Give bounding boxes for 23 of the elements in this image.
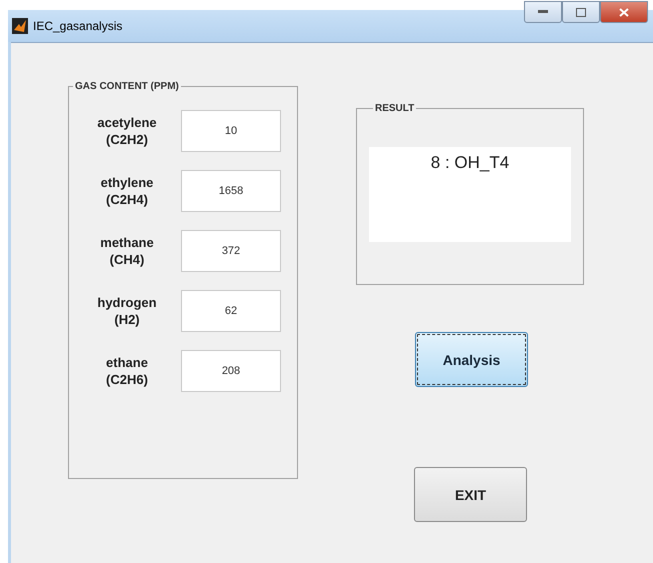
input-field[interactable]: 1658 bbox=[181, 170, 281, 212]
input-field[interactable]: 62 bbox=[181, 290, 281, 332]
action-button[interactable]: EXIT bbox=[414, 467, 527, 522]
gas-label: ethylene (C2H4) bbox=[100, 174, 154, 208]
gas-label: acetylene (C2H2) bbox=[96, 114, 158, 148]
window-title: IEC_gasanalysis bbox=[33, 19, 122, 33]
close-button[interactable] bbox=[600, 1, 648, 23]
gas-label: methane (CH4) bbox=[99, 234, 155, 268]
result-field: 8 : OH_T4 bbox=[369, 147, 571, 242]
minimize-icon bbox=[538, 10, 548, 14]
maximize-icon bbox=[576, 8, 586, 16]
app-icon bbox=[12, 18, 28, 34]
panel-title: GAS CONTENT (PPM) bbox=[74, 81, 180, 92]
maximize-button[interactable] bbox=[562, 1, 600, 23]
action-button[interactable]: Analysis bbox=[415, 332, 528, 387]
minimize-button[interactable] bbox=[524, 1, 562, 23]
input-field[interactable]: 372 bbox=[181, 230, 281, 272]
gas-label: hydrogen (H2) bbox=[96, 294, 158, 328]
input-field[interactable]: 208 bbox=[181, 350, 281, 392]
gas-label: ethane (C2H6) bbox=[105, 354, 149, 388]
input-field[interactable]: 10 bbox=[181, 110, 281, 152]
close-icon bbox=[619, 8, 629, 16]
panel-title: RESULT bbox=[374, 103, 416, 114]
